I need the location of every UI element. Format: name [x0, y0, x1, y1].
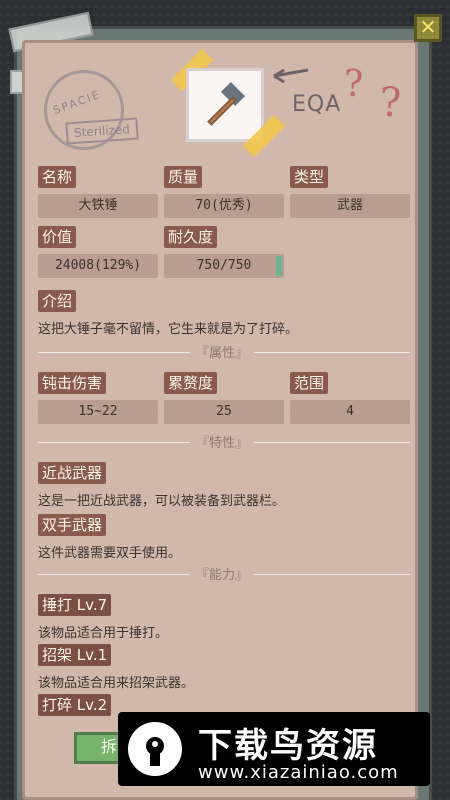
trait-desc: 这是一把近战武器，可以被装备到武器栏。 — [38, 494, 286, 509]
ability-name: 打碎 Lv.2 — [38, 694, 112, 716]
hammer-icon — [207, 81, 246, 126]
blunt-value: 15~22 — [38, 400, 158, 424]
value-value: 24008(129%) — [38, 254, 158, 278]
intro-label: 介绍 — [38, 290, 77, 312]
eqa-doodle: EQA — [292, 92, 342, 117]
watermark-url: www.xiazainiao.com — [198, 762, 399, 783]
watermark-logo-icon — [128, 722, 182, 776]
blunt-label: 钝击伤害 — [38, 372, 107, 394]
ability-desc: 该物品适合用来招架武器。 — [38, 676, 195, 691]
watermark-banner: 下载鸟资源 www.xiazainiao.com — [118, 712, 430, 786]
close-button[interactable]: ✕ — [414, 14, 442, 42]
question-mark-doodle: ? — [344, 64, 364, 105]
ability-desc: 该物品适合用于捶打。 — [38, 626, 169, 641]
ability-name: 招架 Lv.1 — [38, 644, 112, 666]
durability-fill — [276, 256, 282, 276]
trait-name: 近战武器 — [38, 462, 107, 484]
intro-text: 这把大锤子毫不留情，它生来就是为了打碎。 — [38, 322, 299, 337]
durability-label: 耐久度 — [164, 226, 218, 248]
traits-title: 『特性』 — [190, 432, 255, 451]
range-label: 范围 — [290, 372, 329, 394]
ability-name: 捶打 Lv.7 — [38, 594, 112, 616]
value-label: 价值 — [38, 226, 77, 248]
abilities-title: 『能力』 — [190, 564, 255, 583]
item-image-card — [186, 68, 264, 142]
quality-value: 70(优秀) — [164, 194, 284, 218]
fatigue-label: 累赘度 — [164, 372, 218, 394]
name-label: 名称 — [38, 166, 77, 188]
question-mark-doodle: ? — [380, 80, 402, 126]
watermark-title: 下载鸟资源 — [198, 726, 378, 766]
range-value: 4 — [290, 400, 410, 424]
type-label: 类型 — [290, 166, 329, 188]
quality-label: 质量 — [164, 166, 203, 188]
durability-value: 750/750 — [196, 258, 252, 273]
trait-name: 双手武器 — [38, 514, 107, 536]
close-icon: ✕ — [419, 15, 437, 39]
fatigue-value: 25 — [164, 400, 284, 424]
durability-bar: 750/750 — [164, 254, 284, 278]
trait-desc: 这件武器需要双手使用。 — [38, 546, 182, 561]
attributes-title: 『属性』 — [190, 342, 255, 361]
arrow-doodle — [273, 68, 309, 84]
type-value: 武器 — [290, 194, 410, 218]
name-value: 大铁锤 — [38, 194, 158, 218]
